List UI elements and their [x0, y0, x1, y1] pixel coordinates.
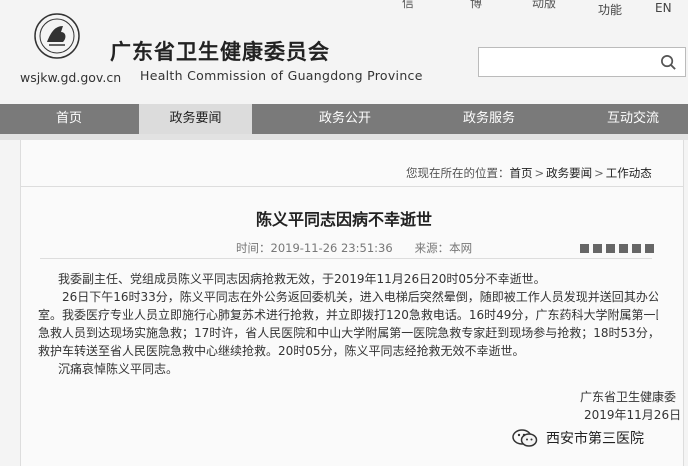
- article-paragraph: 急救人员到达现场实施急救；17时许，省人民医院和中山大学附属第一医院急救专家赶到…: [38, 326, 658, 340]
- top-link-weixin[interactable]: 信: [402, 0, 414, 11]
- search-icon[interactable]: [660, 54, 677, 71]
- top-link-weibo[interactable]: 博: [470, 0, 482, 11]
- nav-item-home[interactable]: 首页: [0, 104, 138, 134]
- publish-time: 2019-11-26 23:51:36: [270, 241, 393, 255]
- wechat-icon: [512, 429, 538, 447]
- breadcrumb-home[interactable]: 首页: [510, 166, 533, 180]
- breadcrumb-prefix: 您现在所在的位置：: [406, 166, 510, 180]
- article-source: 本网: [449, 241, 473, 255]
- breadcrumb-news[interactable]: 政务要闻: [546, 166, 592, 180]
- nav-item-interaction[interactable]: 互动交流: [568, 104, 688, 134]
- article-paragraph: 救护车转送至省人民医院急救中心继续抢救。20时05分，陈义平同志经抢救无效不幸逝…: [38, 344, 525, 358]
- nav-item-open-gov[interactable]: 政务公开: [280, 104, 410, 134]
- share-toolbar: [580, 238, 658, 253]
- site-title: 广东省卫生健康委员会: [110, 40, 330, 64]
- main-nav: 首页 政务要闻 政务公开 政务服务 互动交流: [0, 104, 688, 134]
- site-domain: wsjkw.gd.gov.cn: [20, 70, 122, 85]
- breadcrumb-separator: >: [594, 166, 604, 180]
- article-title: 陈义平同志因病不幸逝世: [255, 210, 432, 229]
- weibo-share-icon[interactable]: [619, 244, 628, 253]
- nav-item-news[interactable]: 政务要闻: [139, 104, 252, 134]
- breadcrumb-separator: >: [534, 166, 545, 180]
- top-strip: 信 博 动版: [0, 0, 688, 16]
- accessibility-link[interactable]: 功能: [598, 1, 622, 18]
- signature-date: 2019年11月26日: [584, 408, 682, 422]
- english-link[interactable]: EN: [655, 1, 672, 15]
- wechat-share-icon[interactable]: [632, 244, 641, 253]
- meta-divider: [40, 258, 652, 259]
- emblem-logo-icon: [34, 13, 80, 59]
- article-paragraph: 我委副主任、党组成员陈义平同志因病抢救无效，于2019年11月26日20时05分…: [58, 272, 546, 286]
- signature-org: 广东省卫生健康委: [580, 390, 677, 404]
- breadcrumb-divider: [20, 186, 684, 187]
- article-body: 我委副主任、党组成员陈义平同志因病抢救无效，于2019年11月26日20时05分…: [38, 270, 658, 378]
- top-link-mobile[interactable]: 动版: [532, 0, 556, 11]
- favorite-icon[interactable]: [593, 244, 602, 253]
- watermark-text: 西安市第三医院: [546, 431, 644, 447]
- article-paragraph: 室。我委医疗专业人员立即施行心肺复苏术进行抢救，并立即拨打120急救电话。16时…: [38, 308, 658, 322]
- article-paragraph: 26日下午16时33分，陈义平同志在外公务返回委机关，进入电梯后突然晕倒，随即被…: [62, 290, 658, 304]
- breadcrumb-work-updates[interactable]: 工作动态: [606, 166, 652, 180]
- watermark: 西安市第三医院: [512, 428, 644, 448]
- article-paragraph: 沉痛哀悼陈义平同志。: [58, 362, 179, 376]
- font-size-icon[interactable]: [645, 244, 654, 253]
- article-meta: 时间：2019-11-26 23:51:36 来源：本网: [236, 240, 472, 256]
- time-label: 时间：: [236, 241, 271, 255]
- share-icon[interactable]: [580, 244, 589, 253]
- print-icon[interactable]: [606, 244, 615, 253]
- search-input[interactable]: [478, 47, 686, 77]
- site-english-name: Health Commission of Guangdong Province: [140, 68, 423, 83]
- source-label: 来源：: [414, 241, 450, 255]
- nav-item-services[interactable]: 政务服务: [424, 104, 554, 134]
- breadcrumb: 您现在所在的位置：首页 > 政务要闻 > 工作动态: [406, 165, 652, 181]
